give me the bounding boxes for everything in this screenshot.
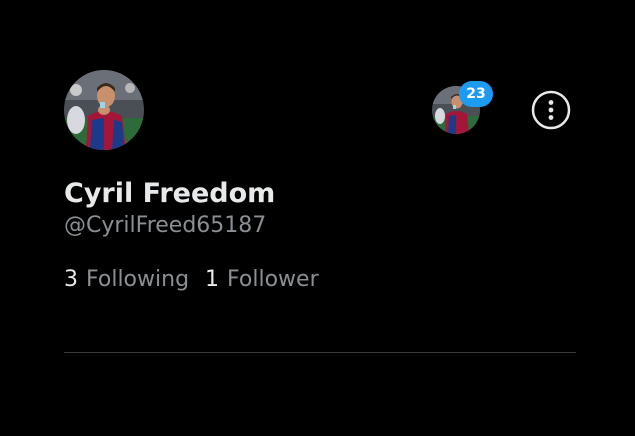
profile-drawer: 23 Cyril Freedom @CyrilFreed65187 3 Foll… <box>0 0 635 436</box>
avatar-photo-icon <box>64 70 144 150</box>
more-options-button[interactable] <box>531 90 571 130</box>
followers-label: Follower <box>227 267 319 292</box>
more-vertical-icon <box>531 90 571 130</box>
divider <box>64 352 576 353</box>
profile-avatar[interactable] <box>64 70 144 150</box>
user-handle: @CyrilFreed65187 <box>64 213 267 238</box>
following-link[interactable]: 3 Following <box>64 267 189 292</box>
following-label: Following <box>86 267 190 292</box>
notification-badge: 23 <box>459 81 493 107</box>
followers-count: 1 <box>205 267 220 292</box>
display-name: Cyril Freedom <box>64 178 276 209</box>
followers-link[interactable]: 1 Follower <box>205 267 319 292</box>
follow-stats: 3 Following 1 Follower <box>64 267 319 292</box>
following-count: 3 <box>64 267 78 292</box>
account-switcher-button[interactable]: 23 <box>432 81 493 134</box>
